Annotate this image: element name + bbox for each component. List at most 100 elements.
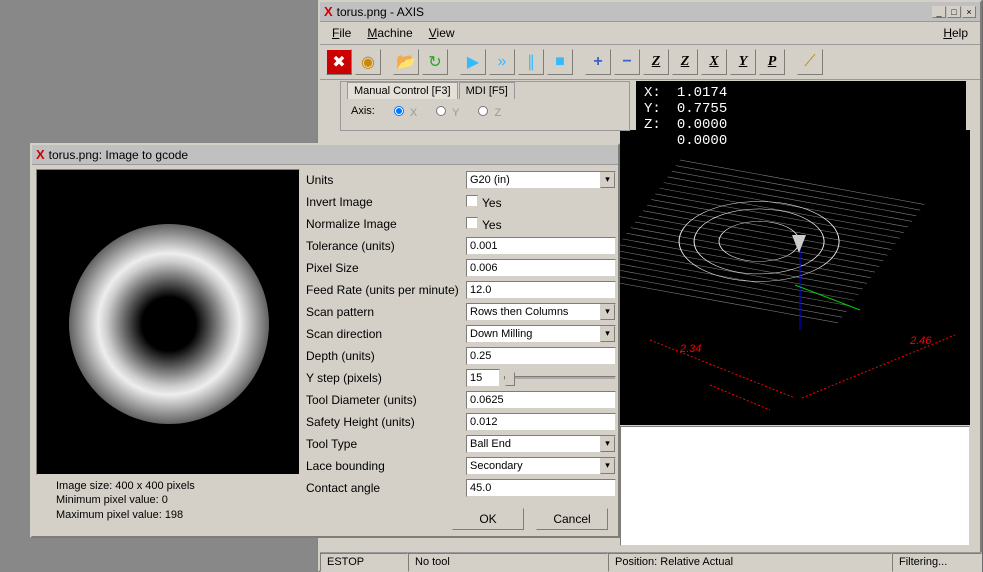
menu-file[interactable]: File <box>324 24 359 42</box>
feedrate-input[interactable] <box>466 281 616 299</box>
status-tool: No tool <box>408 553 608 572</box>
axis-radio-y[interactable] <box>436 106 446 116</box>
tool-cone-icon <box>792 235 806 253</box>
menu-help[interactable]: Help <box>935 24 976 42</box>
close-button[interactable]: × <box>962 6 976 18</box>
power-button[interactable]: ◉ <box>355 49 381 75</box>
run-button[interactable]: ▶ <box>460 49 486 75</box>
axis-title: torus.png - AXIS <box>337 5 931 19</box>
lacebound-combo[interactable]: Secondary▾ <box>466 457 616 475</box>
chevron-down-icon[interactable]: ▾ <box>600 326 615 342</box>
status-filter: Filtering... <box>892 553 982 572</box>
axis-titlebar: X torus.png - AXIS _ □ × <box>320 2 980 22</box>
menu-machine[interactable]: Machine <box>359 24 420 42</box>
lacebound-label: Lace bounding <box>306 459 466 473</box>
scanpattern-label: Scan pattern <box>306 305 466 319</box>
dim-label-2: 2.46 <box>910 335 931 347</box>
safeheight-input[interactable] <box>466 413 616 431</box>
image-size-label: Image size: 400 x 400 pixels <box>56 479 280 493</box>
dro-z-label: Z: <box>644 117 660 133</box>
scandir-label: Scan direction <box>306 327 466 341</box>
pixelsize-label: Pixel Size <box>306 261 466 275</box>
dro-extra-val: 0.0000 <box>677 133 727 149</box>
chevron-down-icon[interactable]: ▾ <box>600 436 615 452</box>
axis-radio-z[interactable] <box>478 106 488 116</box>
reload-button[interactable]: ↻ <box>422 49 448 75</box>
tolerance-input[interactable] <box>466 237 616 255</box>
tooldia-label: Tool Diameter (units) <box>306 393 466 407</box>
view-p-button[interactable]: P <box>759 49 785 75</box>
ystep-slider[interactable] <box>504 376 616 380</box>
image-info: Image size: 400 x 400 pixels Minimum pix… <box>36 475 300 526</box>
tooltype-combo[interactable]: Ball End▾ <box>466 435 616 453</box>
image-to-gcode-dialog: X torus.png: Image to gcode Image size: … <box>30 143 620 538</box>
dro-x-val: 1.0174 <box>677 85 727 101</box>
chevron-down-icon[interactable]: ▾ <box>600 172 615 188</box>
statusbar: ESTOP No tool Position: Relative Actual … <box>320 552 982 572</box>
tooltype-label: Tool Type <box>306 437 466 451</box>
dialog-titlebar: X torus.png: Image to gcode <box>32 145 618 165</box>
dialog-title: torus.png: Image to gcode <box>49 148 614 162</box>
view-z-button[interactable]: Z <box>643 49 669 75</box>
axis-label: Axis: <box>351 105 375 117</box>
tab-mdi[interactable]: MDI [F5] <box>459 82 515 99</box>
dro-z-val: 0.0000 <box>677 117 727 133</box>
units-combo[interactable]: G20 (in)▾ <box>466 171 616 189</box>
axis-radio-x[interactable] <box>394 106 404 116</box>
tolerance-label: Tolerance (units) <box>306 239 466 253</box>
view-x-button[interactable]: X <box>701 49 727 75</box>
image-max-label: Maximum pixel value: 198 <box>56 508 280 522</box>
slider-thumb[interactable] <box>505 372 515 386</box>
contact-label: Contact angle <box>306 481 466 495</box>
zoom-in-button[interactable]: + <box>585 49 611 75</box>
axis-menubar: File Machine View Help <box>320 22 980 45</box>
dro-x-label: X: <box>644 85 660 101</box>
normalize-label: Normalize Image <box>306 217 466 231</box>
normalize-checkbox[interactable] <box>466 217 478 229</box>
minimize-button[interactable]: _ <box>932 6 946 18</box>
depth-input[interactable] <box>466 347 616 365</box>
clear-plot-button[interactable]: ⟋ <box>797 49 823 75</box>
dro-y-label: Y: <box>644 101 660 117</box>
menu-view[interactable]: View <box>421 24 463 42</box>
chevron-down-icon[interactable]: ▾ <box>600 304 615 320</box>
tooldia-input[interactable] <box>466 391 616 409</box>
ok-button[interactable]: OK <box>452 508 524 530</box>
maximize-button[interactable]: □ <box>947 6 961 18</box>
status-estop: ESTOP <box>320 553 408 572</box>
ystep-input[interactable] <box>466 369 500 387</box>
status-position: Position: Relative Actual <box>608 553 892 572</box>
chevron-down-icon[interactable]: ▾ <box>600 458 615 474</box>
torus-image <box>69 224 269 424</box>
safeheight-label: Safety Height (units) <box>306 415 466 429</box>
gcode-text-area[interactable] <box>620 426 970 546</box>
cancel-button[interactable]: Cancel <box>536 508 608 530</box>
step-button[interactable]: » <box>489 49 515 75</box>
toolpath-viewport[interactable]: 2.34 2.46 <box>620 130 970 425</box>
feedrate-label: Feed Rate (units per minute) <box>306 283 466 297</box>
image-min-label: Minimum pixel value: 0 <box>56 493 280 507</box>
scandir-combo[interactable]: Down Milling▾ <box>466 325 616 343</box>
contact-input[interactable] <box>466 479 616 497</box>
toolpath-graphic <box>620 130 970 425</box>
pause-button[interactable]: ∥ <box>518 49 544 75</box>
stop-button[interactable]: ■ <box>547 49 573 75</box>
zoom-out-button[interactable]: − <box>614 49 640 75</box>
depth-label: Depth (units) <box>306 349 466 363</box>
app-icon: X <box>324 4 333 19</box>
view-y-button[interactable]: Y <box>730 49 756 75</box>
invert-checkbox[interactable] <box>466 195 478 207</box>
scanpattern-combo[interactable]: Rows then Columns▾ <box>466 303 616 321</box>
control-tab-area: Manual Control [F3] MDI [F5] Axis: X Y Z <box>340 81 630 131</box>
dro-panel: X: 1.0174 Y: 0.7755 Z: 0.0000 0.0000 <box>636 81 966 153</box>
units-label: Units <box>306 173 466 187</box>
pixelsize-input[interactable] <box>466 259 616 277</box>
dim-label-1: 2.34 <box>680 343 701 355</box>
view-z2-button[interactable]: Z <box>672 49 698 75</box>
open-file-button[interactable]: 📂 <box>393 49 419 75</box>
tab-manual-control[interactable]: Manual Control [F3] <box>347 82 458 99</box>
image-preview <box>36 169 300 475</box>
ystep-label: Y step (pixels) <box>306 371 466 385</box>
estop-button[interactable]: ✖ <box>326 49 352 75</box>
dro-y-val: 0.7755 <box>677 101 727 117</box>
